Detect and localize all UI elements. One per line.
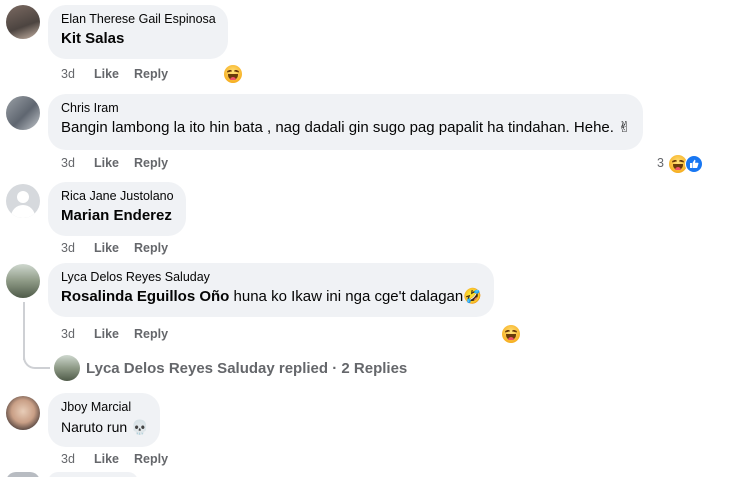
- comment-author[interactable]: Rica Jane Justolano: [61, 188, 174, 204]
- avatar[interactable]: [6, 396, 40, 430]
- avatar[interactable]: [6, 5, 40, 39]
- reply-button[interactable]: Reply: [134, 327, 168, 341]
- haha-reaction-icon[interactable]: [502, 325, 520, 343]
- avatar[interactable]: [6, 472, 40, 477]
- timestamp[interactable]: 3d: [61, 156, 94, 170]
- comment-actions: 3d Like Reply: [61, 241, 183, 255]
- comment-actions: 3d Like Reply: [61, 452, 183, 466]
- haha-reaction-icon[interactable]: [224, 65, 242, 83]
- like-reaction-icon[interactable]: [685, 155, 703, 173]
- reply-button[interactable]: Reply: [134, 452, 168, 466]
- like-button[interactable]: Like: [94, 241, 119, 255]
- comment-author[interactable]: Jboy Marcial: [61, 399, 148, 415]
- comment-text: Rosalinda Eguillos Oño huna ko Ikaw ini …: [61, 287, 482, 307]
- comment-bubble: Jboy Marcial Naruto run 💀: [48, 393, 161, 447]
- avatar[interactable]: [6, 96, 40, 130]
- mention-link[interactable]: Marian Enderez: [61, 207, 172, 224]
- timestamp[interactable]: 3d: [61, 452, 94, 466]
- reply-button[interactable]: Reply: [134, 156, 168, 170]
- mention-link[interactable]: Rosalinda Eguillos Oño: [61, 288, 229, 305]
- thread-connector: [23, 345, 50, 369]
- comment-bubble: Chris Iram Bangin lambong la ito hin bat…: [48, 94, 643, 150]
- comment-text: Bangin lambong la ito hin bata , nag dad…: [61, 119, 631, 136]
- reaction-count[interactable]: 3: [657, 156, 664, 170]
- like-button[interactable]: Like: [94, 156, 119, 170]
- comment-bubble: Rica Jane Justolano Marian Enderez: [48, 182, 186, 236]
- comment-author[interactable]: Chris Iram: [61, 100, 631, 116]
- timestamp[interactable]: 3d: [61, 241, 94, 255]
- comment-bubble: [48, 472, 138, 477]
- like-button[interactable]: Like: [94, 327, 119, 341]
- comment-author[interactable]: Elan Therese Gail Espinosa: [61, 11, 216, 27]
- comment-text: Naruto run 💀: [61, 419, 149, 435]
- timestamp[interactable]: 3d: [61, 327, 94, 341]
- avatar[interactable]: [6, 264, 40, 298]
- reply-button[interactable]: Reply: [134, 67, 168, 81]
- like-button[interactable]: Like: [94, 452, 119, 466]
- comment-text: Marian Enderez: [61, 206, 174, 226]
- replies-summary-text[interactable]: Lyca Delos Reyes Saluday replied · 2 Rep…: [86, 360, 407, 377]
- comment-text-rest: huna ko Ikaw ini nga cge't dalagan🤣: [229, 288, 482, 305]
- comment-text: Kit Salas: [61, 29, 216, 49]
- comment-author[interactable]: Lyca Delos Reyes Saluday: [61, 269, 482, 285]
- mention-link[interactable]: Kit Salas: [61, 30, 124, 47]
- comment-actions: 3d Like Reply: [61, 67, 183, 81]
- avatar: [54, 355, 80, 381]
- reply-button[interactable]: Reply: [134, 241, 168, 255]
- view-replies-link[interactable]: Lyca Delos Reyes Saluday replied · 2 Rep…: [54, 355, 407, 381]
- comment-actions: 3d Like Reply: [61, 327, 183, 341]
- timestamp[interactable]: 3d: [61, 67, 94, 81]
- avatar[interactable]: [6, 184, 40, 218]
- comment-actions: 3d Like Reply: [61, 156, 183, 170]
- like-button[interactable]: Like: [94, 67, 119, 81]
- comment-bubble: Lyca Delos Reyes Saluday Rosalinda Eguil…: [48, 263, 494, 317]
- comment-bubble: Elan Therese Gail Espinosa Kit Salas: [48, 5, 228, 59]
